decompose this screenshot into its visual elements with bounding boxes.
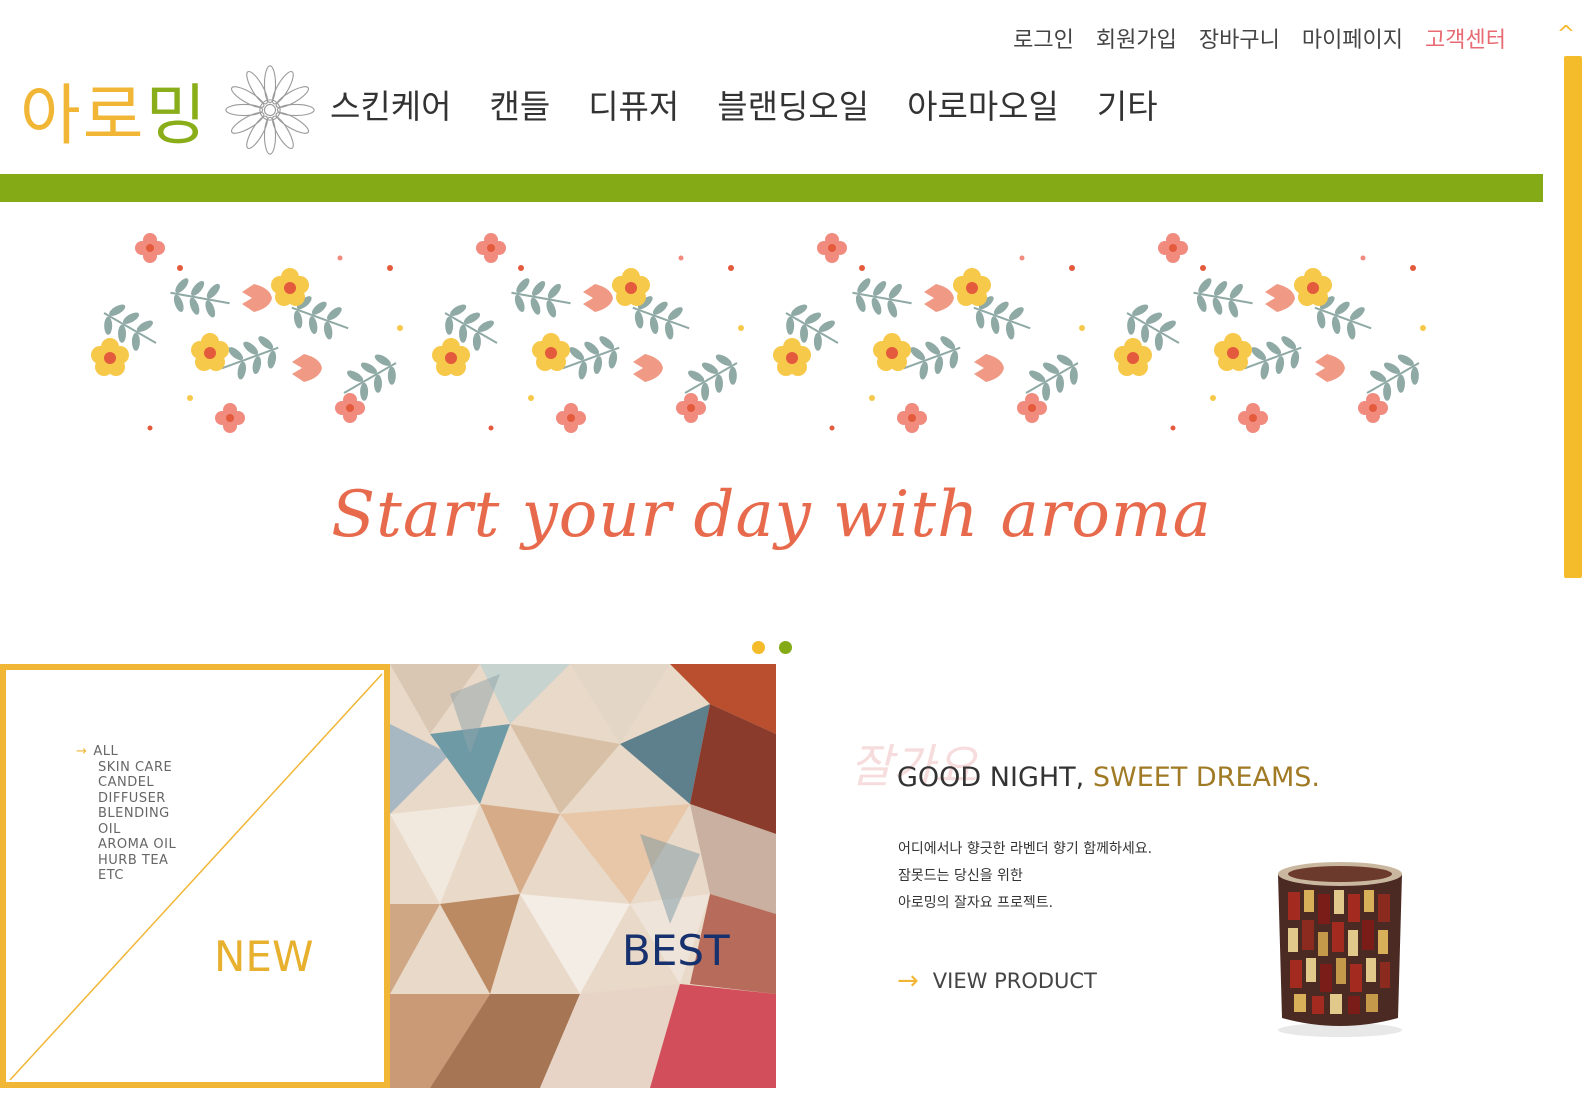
header-divider — [0, 174, 1543, 202]
logo[interactable]: 아로밍 — [20, 62, 316, 158]
logo-text: 아로밍 — [20, 77, 209, 154]
arrow-right-icon: → — [76, 744, 88, 759]
category-item-skin-care[interactable]: SKIN CARE — [76, 760, 176, 776]
slider-dots — [752, 641, 792, 654]
category-item-diffuser[interactable]: DIFFUSER — [76, 791, 176, 807]
support-link[interactable]: 고객센터 — [1425, 22, 1506, 54]
slider-dot-2[interactable] — [779, 641, 792, 654]
arrow-right-icon: → — [897, 966, 919, 996]
category-item-etc[interactable]: ETC — [76, 868, 176, 884]
view-product-button[interactable]: → VIEW PRODUCT — [897, 966, 1097, 996]
category-item-hurb-tea[interactable]: HURB TEA — [76, 853, 176, 869]
mosaic-candle-image — [1278, 862, 1402, 1037]
new-products-panel[interactable]: → ALL SKIN CARE CANDEL DIFFUSER BLENDING … — [0, 664, 390, 1088]
slider-dot-1[interactable] — [752, 641, 765, 654]
floral-banner — [90, 228, 1454, 458]
daisy-logo-icon — [225, 65, 315, 155]
chevron-up-icon[interactable]: ^ — [1554, 22, 1578, 48]
diagonal-line — [9, 673, 383, 1081]
nav-skincare[interactable]: 스킨케어 — [330, 80, 451, 128]
category-item-aroma-oil[interactable]: AROMA OIL — [76, 837, 176, 853]
banner-tagline: Start your day with aroma — [331, 478, 1212, 552]
promo-description: 어디에서나 향긋한 라벤더 향기 함께하세요. 잠못드는 당신을 위한 아로밍의… — [898, 841, 1153, 911]
utility-nav: 로그인 회원가입 장바구니 마이페이지 고객센터 — [1013, 22, 1506, 54]
category-item-blending[interactable]: BLENDING — [76, 806, 176, 822]
best-label: BEST — [622, 926, 730, 975]
polygon-background — [390, 664, 776, 1088]
new-label: NEW — [214, 932, 314, 981]
nav-etc[interactable]: 기타 — [1097, 80, 1158, 128]
nav-aroma-oil[interactable]: 아로마오일 — [907, 80, 1059, 128]
nav-candle[interactable]: 캔들 — [489, 80, 550, 128]
nav-diffuser[interactable]: 디퓨저 — [588, 80, 679, 128]
signup-link[interactable]: 회원가입 — [1096, 22, 1177, 54]
promo-title: GOOD NIGHT, SWEET DREAMS. — [897, 762, 1320, 793]
category-list: → ALL SKIN CARE CANDEL DIFFUSER BLENDING … — [76, 744, 176, 884]
category-item-all[interactable]: → ALL — [76, 744, 176, 760]
main-nav: 스킨케어 캔들 디퓨저 블랜딩오일 아로마오일 기타 — [330, 80, 1158, 128]
mypage-link[interactable]: 마이페이지 — [1302, 22, 1403, 54]
scrollbar[interactable] — [1564, 56, 1582, 578]
best-products-panel[interactable]: BEST — [390, 664, 776, 1088]
category-item-candel[interactable]: CANDEL — [76, 775, 176, 791]
category-item-oil[interactable]: OIL — [76, 822, 176, 838]
login-link[interactable]: 로그인 — [1013, 22, 1074, 54]
nav-blending-oil[interactable]: 블랜딩오일 — [717, 80, 869, 128]
cart-link[interactable]: 장바구니 — [1199, 22, 1280, 54]
